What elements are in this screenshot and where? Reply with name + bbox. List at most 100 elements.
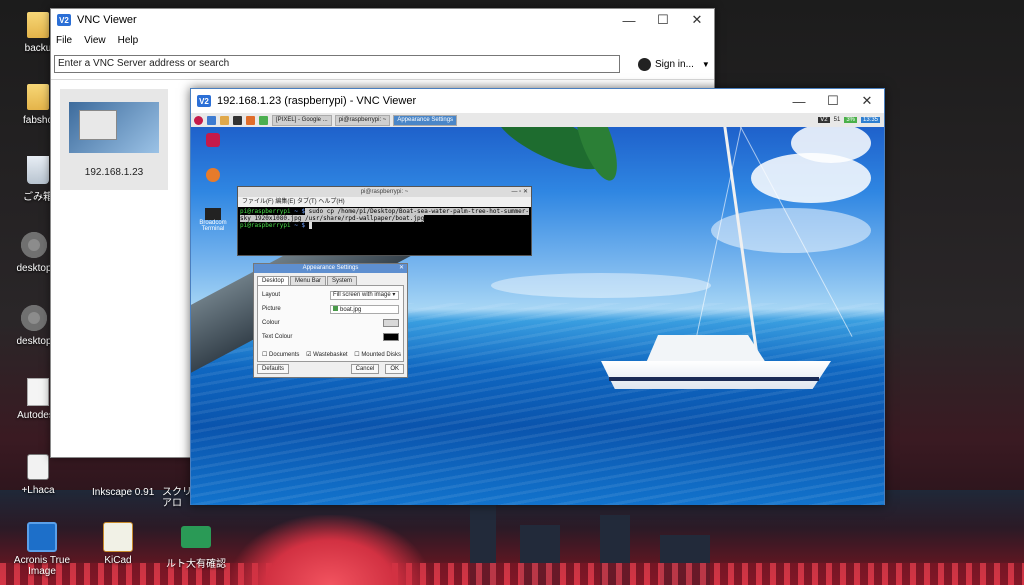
battery-indicator: 3% <box>844 117 857 123</box>
maximize-button[interactable]: ☐ <box>646 9 680 31</box>
desktop-icon-label: backu <box>24 43 52 54</box>
rpi-menu-button[interactable] <box>194 115 204 125</box>
ok-button[interactable]: OK <box>385 363 404 374</box>
tab-desktop[interactable]: Desktop <box>257 276 290 285</box>
tab-bar: Desktop Menu Bar System <box>254 273 407 285</box>
vnc-tray-icon[interactable]: V2 <box>818 117 830 123</box>
minimize-button[interactable]: — <box>782 90 816 112</box>
rpi-desktop-icon[interactable] <box>193 168 233 182</box>
terminal-titlebar[interactable]: pi@raspberrypi: ~ — ▫ ✕ <box>238 187 531 197</box>
prompt-path: ~ $ <box>294 208 306 215</box>
menu-help[interactable]: Help <box>118 35 139 46</box>
desktop-icon[interactable]: ルト大有確認 <box>162 522 230 570</box>
document-icon <box>27 378 49 406</box>
colour-row: Colour <box>262 318 399 328</box>
desktop-icon-label: desktop <box>16 263 52 274</box>
server-address-input[interactable]: Enter a VNC Server address or search <box>54 55 620 73</box>
layout-value: Fill screen with image <box>333 291 391 298</box>
dialog-title: Appearance Settings <box>302 265 359 271</box>
rpi-launcher[interactable] <box>207 115 217 125</box>
app-icon <box>259 115 268 125</box>
app-icon <box>206 168 220 182</box>
remote-desktop[interactable]: [PIXEL] - Google ... pi@raspberrypi: ~ A… <box>191 113 884 505</box>
desktop-icon-label: +Lhaca <box>21 485 55 496</box>
folder-icon <box>27 12 49 38</box>
vnc-logo-icon: V2 <box>197 95 211 107</box>
desktop-icon-label: KiCad <box>104 555 132 566</box>
picture-label: Picture <box>262 306 281 312</box>
picture-picker[interactable]: boat.jpg <box>330 304 399 314</box>
cancel-button[interactable]: Cancel <box>350 363 380 374</box>
desktop-icon-label: desktop <box>16 336 52 347</box>
rpi-task-browser[interactable]: [PIXEL] - Google ... <box>272 114 332 126</box>
colour-swatch[interactable] <box>383 319 399 327</box>
folder-icon <box>27 84 49 110</box>
clock[interactable]: 13:35 <box>860 117 880 123</box>
minimize-button[interactable]: — <box>612 9 646 31</box>
app-icon <box>206 133 220 147</box>
wastebasket-checkbox[interactable]: ☑ Wastebasket <box>306 351 348 358</box>
tab-system[interactable]: System <box>327 276 358 285</box>
checkbox-label: Mounted Disks <box>361 352 401 358</box>
close-button[interactable]: ✕ <box>850 90 884 112</box>
text-colour-label: Text Colour <box>262 334 293 340</box>
address-row: Enter a VNC Server address or search Sig… <box>51 49 714 79</box>
menu-view[interactable]: View <box>84 35 106 46</box>
terminal-icon <box>205 208 221 220</box>
recycle-bin-icon <box>27 156 49 184</box>
window-controls[interactable]: — ▫ ✕ <box>512 187 529 197</box>
sign-in-button[interactable]: Sign in... ▼ <box>638 57 710 71</box>
browser-icon <box>207 115 216 125</box>
vnc-session-titlebar[interactable]: V2 192.168.1.23 (raspberrypi) - VNC View… <box>191 89 884 113</box>
menu-file[interactable]: File <box>56 35 72 46</box>
rpi-task-appearance[interactable]: Appearance Settings <box>393 114 458 126</box>
vnc-viewer-titlebar[interactable]: V2 VNC Viewer — ☐ ✕ <box>51 9 714 31</box>
rpi-desktop-icon[interactable]: Broadcom Terminal <box>193 208 233 232</box>
defaults-button[interactable]: Defaults <box>257 363 290 374</box>
folder-icon <box>220 115 229 125</box>
close-icon[interactable]: ✕ <box>399 264 404 273</box>
dialog-titlebar[interactable]: Appearance Settings ✕ <box>254 264 407 273</box>
terminal-window[interactable]: pi@raspberrypi: ~ — ▫ ✕ ファイル(F) 編集(E) タブ… <box>237 186 532 256</box>
colour-label: Colour <box>262 320 280 326</box>
maximize-button[interactable]: ☐ <box>816 90 850 112</box>
chevron-down-icon: ▼ <box>701 59 710 69</box>
rpi-launcher[interactable] <box>220 115 230 125</box>
desktop-icon-label[interactable]: Inkscape 0.91 <box>92 487 154 498</box>
picture-row: Picture boat.jpg <box>262 304 399 314</box>
app-icon <box>246 115 255 125</box>
checkbox-label: Documents <box>269 352 300 358</box>
wallpaper-cloud <box>791 123 871 163</box>
green-app-icon <box>181 526 211 548</box>
desktop-icon[interactable]: +Lhaca <box>4 452 72 496</box>
rpi-launcher[interactable] <box>246 115 256 125</box>
rpi-taskbar: [PIXEL] - Google ... pi@raspberrypi: ~ A… <box>191 113 884 127</box>
terminal-output[interactable]: pi@raspberrypi ~ $ sudo cp /home/pi/Desk… <box>238 207 531 230</box>
layout-select[interactable]: Fill screen with image ▾ <box>330 290 399 300</box>
rpi-tray: V2 51 3% 13:35 <box>818 117 884 123</box>
close-button[interactable]: ✕ <box>680 9 714 31</box>
terminal-icon <box>233 115 242 125</box>
rpi-launcher[interactable] <box>259 115 269 125</box>
terminal-menu[interactable]: ファイル(F) 編集(E) タブ(T) ヘルプ(H) <box>238 197 531 207</box>
kicad-icon <box>103 522 133 552</box>
rpi-launcher[interactable] <box>233 115 243 125</box>
wallpaper-cloud <box>491 273 711 298</box>
menu-bar: File View Help <box>51 31 714 49</box>
show-options: ☐ Documents ☑ Wastebasket ☐ Mounted Disk… <box>262 351 401 358</box>
desktop-icon-label: ルト大有確認 <box>166 559 226 570</box>
prompt: pi@raspberrypi <box>240 208 291 215</box>
rpi-desktop-icon[interactable] <box>193 133 233 147</box>
rpi-task-terminal[interactable]: pi@raspberrypi: ~ <box>334 114 391 126</box>
text-colour-swatch[interactable] <box>383 333 399 341</box>
connection-tile[interactable]: 192.168.1.23 <box>60 89 168 190</box>
mounted-disks-checkbox[interactable]: ☐ Mounted Disks <box>354 351 401 358</box>
tab-menu-bar[interactable]: Menu Bar <box>290 276 327 285</box>
prompt: pi@raspberrypi <box>240 222 291 229</box>
desktop-icon[interactable]: KiCad <box>84 522 152 566</box>
volume-level[interactable]: 51 <box>834 117 841 123</box>
layout-label: Layout <box>262 292 281 298</box>
documents-checkbox[interactable]: ☐ Documents <box>262 351 299 358</box>
desktop-icon[interactable]: Acronis True Image <box>4 522 80 577</box>
settings-icon <box>21 305 47 331</box>
